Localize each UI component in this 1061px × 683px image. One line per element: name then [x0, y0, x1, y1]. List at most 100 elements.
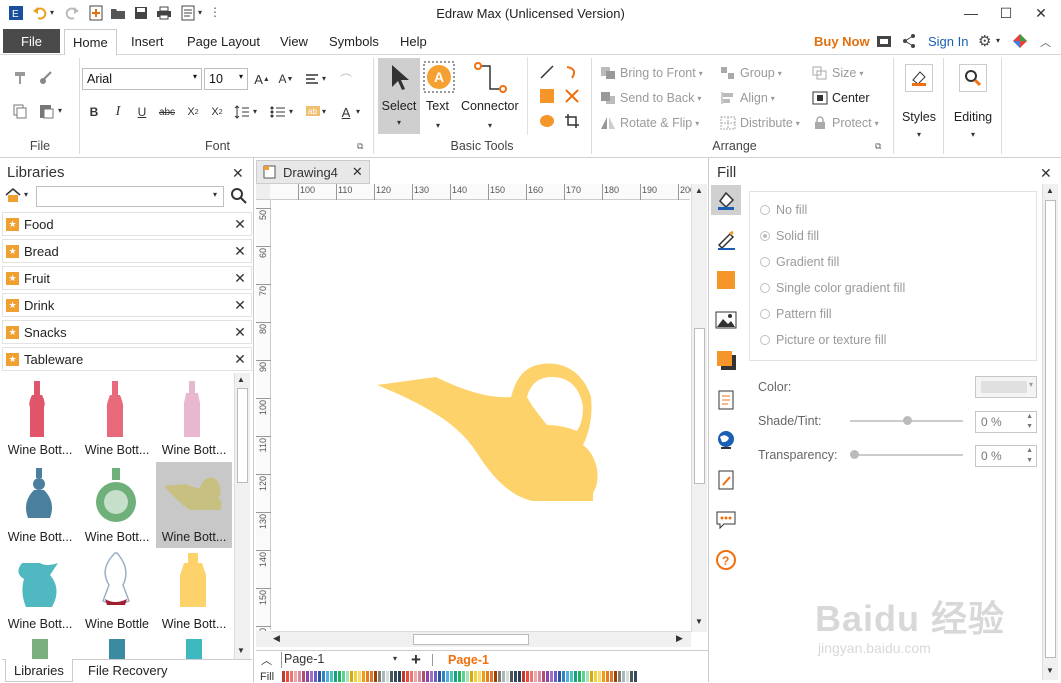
palette-swatch[interactable]	[362, 671, 365, 682]
library-shape-item[interactable]: Wine Bott...	[2, 549, 78, 635]
highlight-color-icon[interactable]: ab	[303, 102, 323, 122]
shadow-icon[interactable]	[714, 348, 738, 372]
scroll-up-icon[interactable]: ▲	[1046, 186, 1054, 195]
superscript-icon[interactable]: X2	[207, 102, 227, 122]
close-category-icon[interactable]: ✕	[229, 297, 251, 314]
radio-icon[interactable]	[760, 283, 770, 293]
palette-swatch[interactable]	[598, 671, 601, 682]
sign-in-link[interactable]: Sign In	[928, 34, 968, 49]
tab-page-layout[interactable]: Page Layout	[187, 34, 260, 49]
maximize-button[interactable]: ☐	[993, 2, 1019, 24]
line-tool-icon[interactable]	[537, 62, 557, 82]
buy-now-link[interactable]: Buy Now	[814, 34, 870, 49]
palette-swatch[interactable]	[554, 671, 557, 682]
theme-icon[interactable]	[1012, 33, 1028, 49]
palette-swatch[interactable]	[518, 671, 521, 682]
palette-swatch[interactable]	[586, 671, 589, 682]
bullets-icon[interactable]	[268, 102, 288, 122]
copy-icon[interactable]	[10, 101, 30, 121]
close-category-icon[interactable]: ✕	[229, 270, 251, 287]
page-select[interactable]: Page-1 ▾	[281, 652, 401, 668]
help-icon[interactable]: ?	[714, 548, 738, 572]
close-category-icon[interactable]: ✕	[229, 243, 251, 260]
palette-swatch[interactable]	[430, 671, 433, 682]
palette-swatch[interactable]	[382, 671, 385, 682]
palette-swatch[interactable]	[406, 671, 409, 682]
italic-icon[interactable]: I	[108, 102, 128, 122]
connector-dropdown-icon[interactable]: ▾	[488, 121, 492, 130]
scroll-right-icon[interactable]: ▶	[676, 633, 683, 644]
home-dropdown-icon[interactable]: ▾	[24, 190, 28, 199]
fill-option-1[interactable]: Solid fill	[760, 229, 819, 243]
fill-option-0[interactable]: No fill	[760, 203, 807, 217]
canvas-vscroll-thumb[interactable]	[694, 328, 705, 484]
page-list-toggle-icon[interactable]: ︿	[261, 652, 272, 668]
close-category-icon[interactable]: ✕	[229, 351, 251, 368]
arc-tool-icon[interactable]	[562, 62, 582, 82]
library-search-input[interactable]	[36, 186, 224, 207]
fill-scroll-thumb[interactable]	[1045, 200, 1056, 658]
palette-swatch[interactable]	[610, 671, 613, 682]
scroll-left-icon[interactable]: ◀	[273, 633, 280, 644]
palette-swatch[interactable]	[318, 671, 321, 682]
palette-swatch[interactable]	[462, 671, 465, 682]
palette-swatch[interactable]	[334, 671, 337, 682]
align-dropdown-icon[interactable]: ▾	[322, 74, 326, 83]
tab-libraries[interactable]: Libraries	[5, 659, 73, 682]
palette-swatch[interactable]	[546, 671, 549, 682]
add-page-icon[interactable]: +	[411, 650, 421, 670]
shade-value-input[interactable]: 0 % ▲ ▼	[975, 411, 1037, 433]
fill-panel-scrollbar[interactable]: ▲ ▼	[1042, 184, 1058, 680]
close-category-icon[interactable]: ✕	[229, 324, 251, 341]
palette-swatch[interactable]	[314, 671, 317, 682]
grow-font-icon[interactable]: A ▲	[252, 69, 272, 89]
palette-swatch[interactable]	[290, 671, 293, 682]
palette-swatch[interactable]	[618, 671, 621, 682]
select-tool-button[interactable]: Select ▾	[378, 58, 420, 134]
line-spacing-icon[interactable]	[232, 102, 252, 122]
palette-swatch[interactable]	[510, 671, 513, 682]
close-category-icon[interactable]: ✕	[229, 216, 251, 233]
close-document-icon[interactable]: ✕	[352, 164, 363, 180]
palette-swatch[interactable]	[418, 671, 421, 682]
spinner-icon[interactable]: ▲ ▼	[1026, 412, 1033, 432]
size-button[interactable]: Size ▾	[812, 64, 882, 82]
home-icon[interactable]	[5, 187, 21, 203]
settings-dropdown-icon[interactable]: ▾	[996, 36, 1000, 45]
tab-insert[interactable]: Insert	[131, 34, 164, 49]
palette-swatch[interactable]	[570, 671, 573, 682]
cross-tool-icon[interactable]	[562, 86, 582, 106]
palette-swatch[interactable]	[602, 671, 605, 682]
palette-swatch[interactable]	[310, 671, 313, 682]
radio-icon[interactable]	[760, 205, 770, 215]
radio-icon[interactable]	[760, 231, 770, 241]
library-category-row[interactable]: ★ Snacks ✕	[2, 320, 252, 344]
font-color-icon[interactable]: A	[336, 102, 356, 122]
palette-swatch[interactable]	[542, 671, 545, 682]
library-shape-item-partial[interactable]	[32, 639, 48, 659]
radio-icon[interactable]	[760, 309, 770, 319]
rotate-flip-button[interactable]: Rotate & Flip ▾	[600, 114, 712, 132]
fill-option-5[interactable]: Picture or texture fill	[760, 333, 886, 347]
color-palette-strip[interactable]	[282, 671, 637, 682]
palette-swatch[interactable]	[286, 671, 289, 682]
palette-swatch[interactable]	[346, 671, 349, 682]
library-search-icon[interactable]	[231, 188, 247, 204]
palette-swatch[interactable]	[326, 671, 329, 682]
library-shape-item[interactable]: Wine Bott...	[79, 375, 155, 461]
paste-icon[interactable]	[36, 101, 56, 121]
palette-swatch[interactable]	[394, 671, 397, 682]
underline-icon[interactable]: U	[132, 102, 152, 122]
shrink-font-icon[interactable]: A ▼	[276, 69, 296, 89]
palette-swatch[interactable]	[398, 671, 401, 682]
shade-slider-handle[interactable]	[903, 416, 912, 425]
palette-swatch[interactable]	[494, 671, 497, 682]
bring-to-front-button[interactable]: Bring to Front ▾	[600, 64, 712, 82]
palette-swatch[interactable]	[622, 671, 625, 682]
scroll-down-icon[interactable]: ▼	[237, 646, 245, 655]
palette-swatch[interactable]	[530, 671, 533, 682]
palette-swatch[interactable]	[302, 671, 305, 682]
palette-swatch[interactable]	[582, 671, 585, 682]
shadow-color-icon[interactable]	[714, 268, 738, 292]
library-category-row[interactable]: ★ Food ✕	[2, 212, 252, 236]
